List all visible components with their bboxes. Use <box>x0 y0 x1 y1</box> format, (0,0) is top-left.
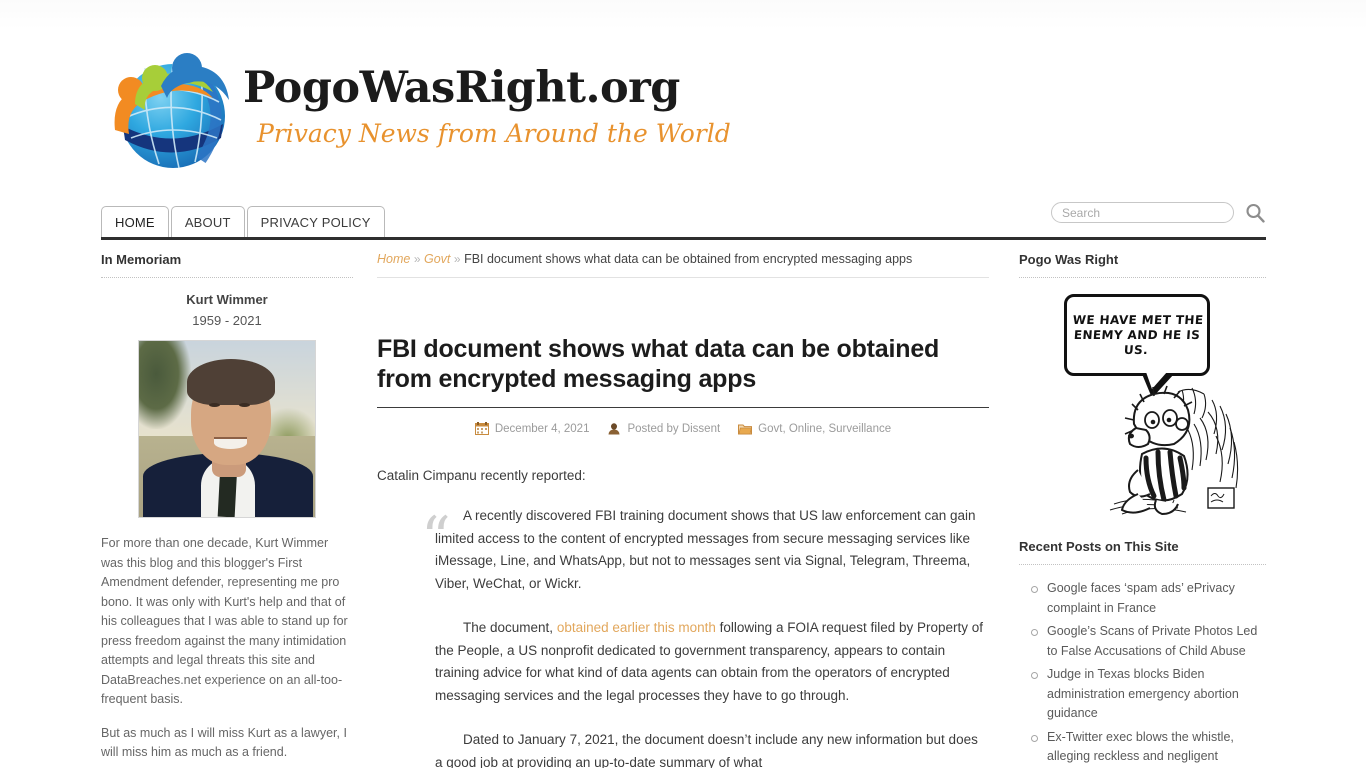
speech-bubble: We have met the enemy and he is us. <box>1063 294 1210 376</box>
post-date: December 4, 2021 <box>474 422 590 435</box>
breadcrumb-separator-2: » <box>453 252 461 266</box>
nav-item-home[interactable]: HOME <box>101 206 169 237</box>
memoriam-dates: 1959 - 2021 <box>192 313 262 328</box>
site-logo[interactable]: PogoWasRight.org Privacy News from Aroun… <box>101 38 731 186</box>
pogo-possum-drawing <box>1109 385 1238 515</box>
breadcrumb: Home » Govt » FBI document shows what da… <box>377 252 989 278</box>
memoriam-paragraph-2: But as much as I will miss Kurt as a law… <box>101 725 347 760</box>
post-categories-link[interactable]: Govt, Online, Surveillance <box>758 423 891 435</box>
quote-paragraph-3: Dated to January 7, 2021, the document d… <box>435 732 978 768</box>
post-date-text: December 4, 2021 <box>494 422 590 435</box>
site-header: PogoWasRight.org Privacy News from Aroun… <box>0 0 1366 196</box>
site-tagline: Privacy News from Around the World <box>257 118 731 148</box>
article-body: Catalin Cimpanu recently reported: “ A r… <box>377 465 989 768</box>
breadcrumb-separator-1: » <box>413 252 421 266</box>
list-item: Ex-Twitter exec blows the whistle, alleg… <box>1025 728 1266 768</box>
quote-inline-link[interactable]: obtained earlier this month <box>557 620 716 635</box>
main-content: Home » Govt » FBI document shows what da… <box>377 252 989 768</box>
globe-people-logo-icon <box>101 38 239 186</box>
widget-title-pogo-was-right: Pogo Was Right <box>1019 252 1266 278</box>
recent-post-link-2[interactable]: Google’s Scans of Private Photos Led to … <box>1047 624 1257 658</box>
calendar-icon <box>474 422 489 435</box>
page-root: PogoWasRight.org Privacy News from Aroun… <box>0 0 1366 768</box>
widget-title-in-memoriam: In Memoriam <box>101 252 353 278</box>
right-sidebar: Pogo Was Right We have met the enemy and… <box>1019 252 1266 768</box>
post-author: Posted by Dissent <box>607 422 720 435</box>
memoriam-portrait-photo <box>138 340 316 518</box>
quote-paragraph-1: A recently discovered FBI training docum… <box>435 508 976 591</box>
quote-mark-icon: “ <box>421 504 451 572</box>
author-icon <box>607 422 621 435</box>
post-meta: December 4, 2021 Posted by Dissent Govt,… <box>377 422 989 435</box>
article-intro: Catalin Cimpanu recently reported: <box>377 468 586 483</box>
memoriam-paragraph-1: For more than one decade, Kurt Wimmer wa… <box>101 536 348 706</box>
speech-bubble-text: We have met the enemy and he is us. <box>1071 312 1204 357</box>
pogo-cartoon-image: We have met the enemy and he is us. <box>1045 292 1240 515</box>
recent-post-link-3[interactable]: Judge in Texas blocks Biden administrati… <box>1047 667 1239 720</box>
article-blockquote: “ A recently discovered FBI training doc… <box>377 505 989 768</box>
breadcrumb-category-link[interactable]: Govt <box>424 252 450 266</box>
list-item: Google’s Scans of Private Photos Led to … <box>1025 622 1266 661</box>
breadcrumb-current: FBI document shows what data can be obta… <box>464 252 913 266</box>
nav-item-privacy-policy[interactable]: PRIVACY POLICY <box>246 206 385 237</box>
recent-post-link-1[interactable]: Google faces ‘spam ads’ ePrivacy complai… <box>1047 581 1235 615</box>
left-sidebar: In Memoriam Kurt Wimmer 1959 - 2021 For … <box>101 252 353 768</box>
list-item: Google faces ‘spam ads’ ePrivacy complai… <box>1025 579 1266 618</box>
breadcrumb-home-link[interactable]: Home <box>377 252 410 266</box>
quote-p2-before: The document, <box>463 620 557 635</box>
search-input[interactable] <box>1051 202 1234 223</box>
post-categories: Govt, Online, Surveillance <box>738 422 891 435</box>
search-icon[interactable] <box>1245 203 1265 223</box>
main-navigation: HOME ABOUT PRIVACY POLICY <box>101 200 1266 240</box>
memoriam-name: Kurt Wimmer <box>186 292 268 307</box>
page-title: FBI document shows what data can be obta… <box>377 334 989 408</box>
list-item: Judge in Texas blocks Biden administrati… <box>1025 665 1266 724</box>
quote-paragraph-2: The document, obtained earlier this mont… <box>435 617 989 707</box>
recent-posts-list: Google faces ‘spam ads’ ePrivacy complai… <box>1019 579 1266 768</box>
search-area <box>1051 202 1265 223</box>
recent-post-link-4[interactable]: Ex-Twitter exec blows the whistle, alleg… <box>1047 730 1234 768</box>
post-author-link[interactable]: Posted by Dissent <box>627 423 720 435</box>
folder-icon <box>738 422 753 435</box>
widget-title-recent-posts: Recent Posts on This Site <box>1019 539 1266 565</box>
memoriam-text: For more than one decade, Kurt Wimmer wa… <box>101 534 353 763</box>
site-title: PogoWasRight.org <box>243 62 680 113</box>
nav-item-about[interactable]: ABOUT <box>170 206 245 237</box>
